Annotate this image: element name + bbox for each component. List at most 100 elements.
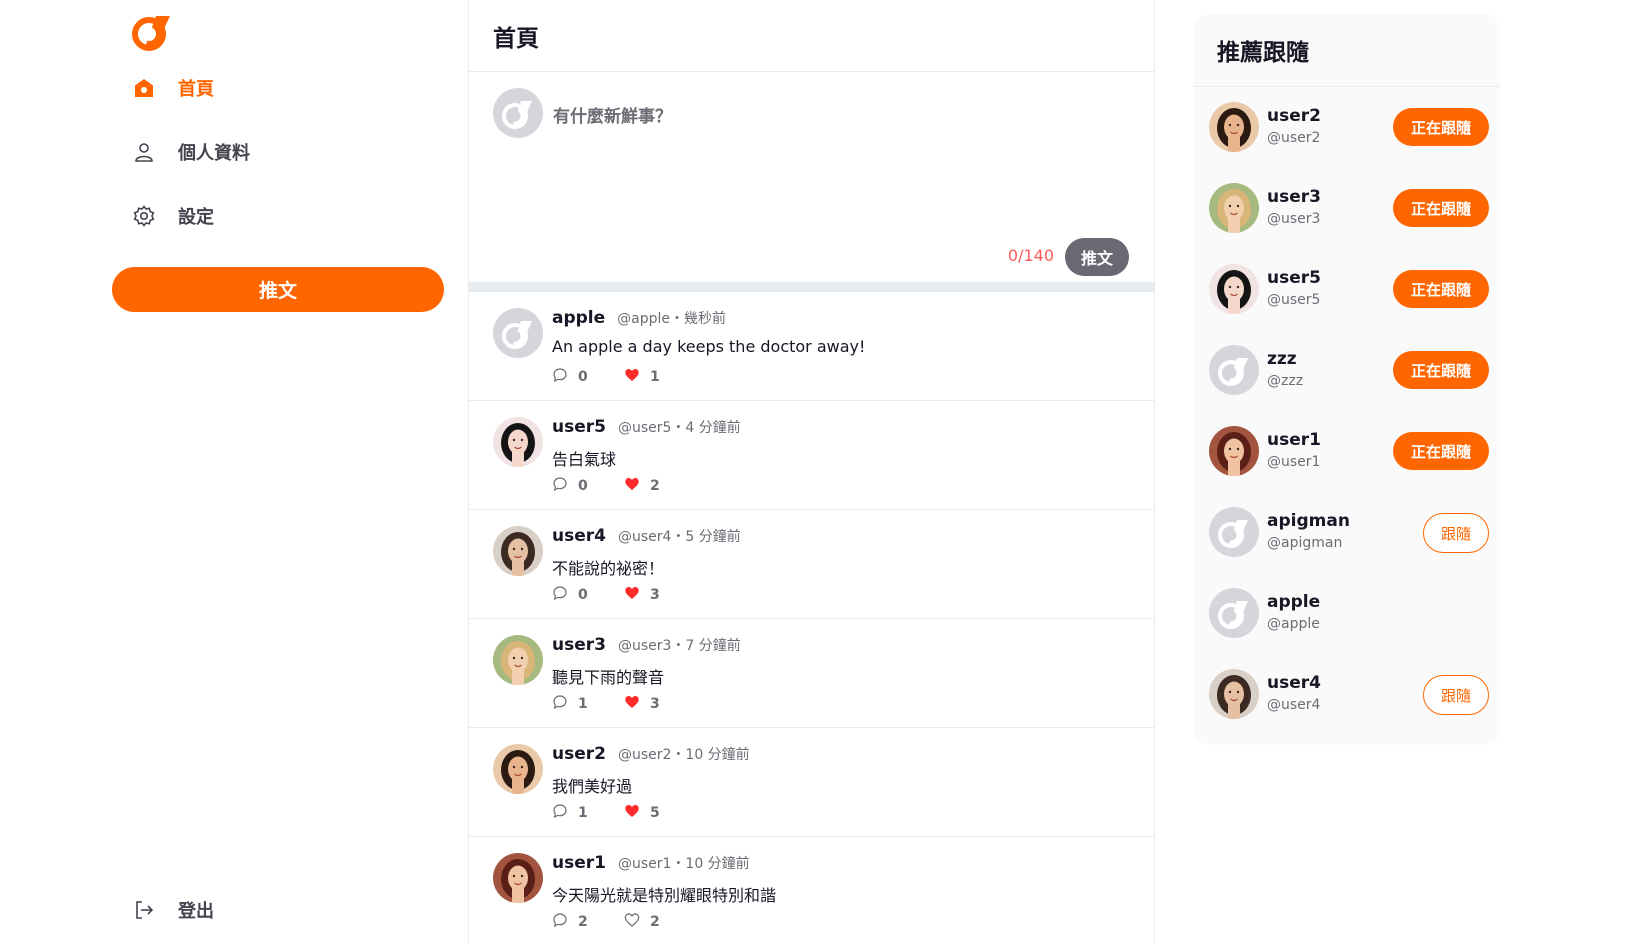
compose-input[interactable]: 有什麼新鮮事？ bbox=[553, 102, 672, 127]
tweet-item[interactable]: user5 @user5・4 分鐘前 告白氣球 0 2 bbox=[469, 401, 1154, 510]
avatar[interactable] bbox=[1209, 669, 1259, 719]
like-button[interactable]: 5 bbox=[624, 803, 696, 823]
tweet-author-name[interactable]: user5 bbox=[552, 417, 606, 437]
recommend-user-handle: @user5 bbox=[1267, 292, 1321, 308]
reply-button[interactable]: 0 bbox=[552, 585, 624, 605]
reply-button[interactable]: 0 bbox=[552, 476, 624, 496]
avatar[interactable] bbox=[493, 526, 543, 576]
following-button[interactable]: 正在跟隨 bbox=[1393, 270, 1489, 308]
like-count: 5 bbox=[650, 805, 660, 821]
logout-icon bbox=[130, 896, 158, 924]
tweet-text: 聽見下雨的聲音 bbox=[552, 668, 665, 687]
like-button[interactable]: 2 bbox=[624, 912, 696, 932]
tweet-list: apple @apple・幾秒前 An apple a day keeps th… bbox=[469, 292, 1154, 942]
recommend-user-handle: @user1 bbox=[1267, 454, 1321, 470]
recommend-user-name[interactable]: user1 bbox=[1267, 430, 1321, 450]
recommend-user-name[interactable]: zzz bbox=[1267, 349, 1297, 369]
avatar[interactable] bbox=[493, 853, 543, 903]
following-button[interactable]: 正在跟隨 bbox=[1393, 189, 1489, 227]
reply-icon bbox=[552, 476, 568, 496]
follow-button[interactable]: 跟隨 bbox=[1423, 513, 1489, 553]
nav-item-settings[interactable]: 設定 bbox=[130, 198, 214, 234]
recommend-user: user3 @user3 正在跟隨 bbox=[1209, 183, 1489, 233]
tweet-item[interactable]: user4 @user4・5 分鐘前 不能說的祕密！ 0 3 bbox=[469, 510, 1154, 619]
recommend-user-handle: @apple bbox=[1267, 616, 1320, 632]
home-icon bbox=[130, 74, 158, 102]
recommend-user-name[interactable]: user5 bbox=[1267, 268, 1321, 288]
reply-count: 0 bbox=[578, 587, 588, 603]
following-button[interactable]: 正在跟隨 bbox=[1393, 351, 1489, 389]
reply-icon bbox=[552, 694, 568, 714]
tweet-item[interactable]: user1 @user1・10 分鐘前 今天陽光就是特別耀眼特別和諧 2 2 bbox=[469, 837, 1154, 942]
recommend-user: user5 @user5 正在跟隨 bbox=[1209, 264, 1489, 314]
avatar[interactable] bbox=[493, 308, 543, 358]
nav-item-home[interactable]: 首頁 bbox=[130, 70, 214, 106]
avatar[interactable] bbox=[493, 417, 543, 467]
tweet-author-name[interactable]: user1 bbox=[552, 853, 606, 873]
recommend-user-name[interactable]: user3 bbox=[1267, 187, 1321, 207]
logo-icon[interactable] bbox=[130, 10, 174, 54]
recommend-user-name[interactable]: user2 bbox=[1267, 106, 1321, 126]
reply-button[interactable]: 1 bbox=[552, 694, 624, 714]
main-timeline: 首頁 有什麼新鮮事？ 0/140 推文 apple @apple・幾秒前 An … bbox=[469, 0, 1155, 942]
recommend-user: user4 @user4 跟隨 bbox=[1209, 669, 1489, 719]
avatar[interactable] bbox=[1209, 102, 1259, 152]
like-button[interactable]: 2 bbox=[624, 476, 696, 496]
like-button[interactable]: 1 bbox=[624, 367, 696, 387]
avatar[interactable] bbox=[493, 88, 543, 138]
recommend-user-name[interactable]: apigman bbox=[1267, 511, 1350, 531]
avatar[interactable] bbox=[493, 744, 543, 794]
nav-item-logout[interactable]: 登出 bbox=[130, 892, 214, 928]
recommend-user: zzz @zzz 正在跟隨 bbox=[1209, 345, 1489, 395]
avatar[interactable] bbox=[1209, 183, 1259, 233]
nav-item-profile[interactable]: 個人資料 bbox=[130, 134, 250, 170]
recommend-user-name[interactable]: apple bbox=[1267, 592, 1320, 612]
tweet-header: user5 @user5・4 分鐘前 bbox=[552, 417, 741, 437]
tweet-text: 告白氣球 bbox=[552, 450, 617, 469]
avatar[interactable] bbox=[1209, 264, 1259, 314]
reply-icon bbox=[552, 803, 568, 823]
reply-button[interactable]: 0 bbox=[552, 367, 624, 387]
tweet-header: user4 @user4・5 分鐘前 bbox=[552, 526, 741, 546]
avatar[interactable] bbox=[1209, 507, 1259, 557]
like-button[interactable]: 3 bbox=[624, 694, 696, 714]
tweet-meta: @apple・幾秒前 bbox=[617, 311, 727, 327]
heart-icon bbox=[624, 912, 640, 932]
recommend-user: apple @apple bbox=[1209, 588, 1489, 638]
reply-count: 0 bbox=[578, 478, 588, 494]
tweet-meta: @user3・7 分鐘前 bbox=[617, 638, 741, 654]
avatar[interactable] bbox=[1209, 345, 1259, 395]
following-button[interactable]: 正在跟隨 bbox=[1393, 108, 1489, 146]
tweet-author-name[interactable]: user2 bbox=[552, 744, 606, 764]
reply-button[interactable]: 2 bbox=[552, 912, 624, 932]
compose-tweet-button[interactable]: 推文 bbox=[1065, 238, 1129, 276]
heart-filled-icon bbox=[624, 367, 640, 387]
tweet-author-name[interactable]: apple bbox=[552, 308, 605, 328]
follow-button[interactable]: 跟隨 bbox=[1423, 675, 1489, 715]
recommend-user: user2 @user2 正在跟隨 bbox=[1209, 102, 1489, 152]
tweet-meta: @user2・10 分鐘前 bbox=[617, 747, 750, 763]
tweet-actions: 1 3 bbox=[552, 694, 696, 714]
tweet-actions: 0 2 bbox=[552, 476, 696, 496]
heart-filled-icon bbox=[624, 694, 640, 714]
tweet-button[interactable]: 推文 bbox=[112, 267, 444, 312]
tweet-author-name[interactable]: user4 bbox=[552, 526, 606, 546]
tweet-item[interactable]: user3 @user3・7 分鐘前 聽見下雨的聲音 1 3 bbox=[469, 619, 1154, 728]
reply-count: 0 bbox=[578, 369, 588, 385]
following-button[interactable]: 正在跟隨 bbox=[1393, 432, 1489, 470]
char-counter: 0/140 bbox=[1007, 246, 1054, 265]
avatar[interactable] bbox=[493, 635, 543, 685]
tweet-item[interactable]: apple @apple・幾秒前 An apple a day keeps th… bbox=[469, 292, 1154, 401]
recommend-user-name[interactable]: user4 bbox=[1267, 673, 1321, 693]
tweet-text: An apple a day keeps the doctor away! bbox=[552, 337, 866, 356]
reply-icon bbox=[552, 912, 568, 932]
tweet-header: user3 @user3・7 分鐘前 bbox=[552, 635, 741, 655]
like-button[interactable]: 3 bbox=[624, 585, 696, 605]
avatar[interactable] bbox=[1209, 426, 1259, 476]
reply-icon bbox=[552, 367, 568, 387]
tweet-item[interactable]: user2 @user2・10 分鐘前 我們美好過 1 5 bbox=[469, 728, 1154, 837]
reply-button[interactable]: 1 bbox=[552, 803, 624, 823]
avatar[interactable] bbox=[1209, 588, 1259, 638]
heart-filled-icon bbox=[624, 803, 640, 823]
tweet-author-name[interactable]: user3 bbox=[552, 635, 606, 655]
